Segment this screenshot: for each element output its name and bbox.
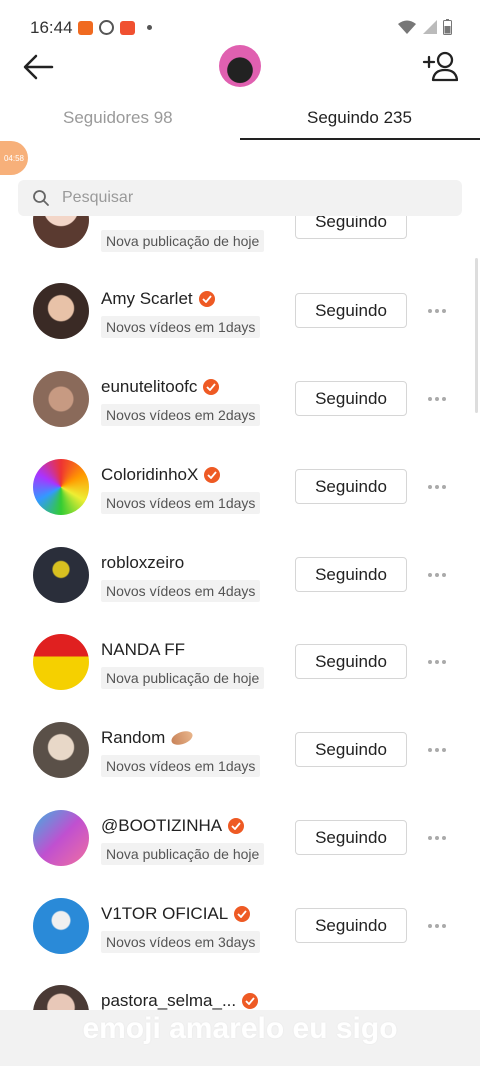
user-name-text: @BOOTIZINHA	[101, 816, 223, 835]
user-name: Amy Scarlet	[101, 289, 215, 309]
activity-status: Novos vídeos em 1days	[101, 316, 261, 338]
activity-status: Nova publicação de hoje	[101, 667, 265, 689]
video-notification-icon	[78, 20, 93, 35]
search-input[interactable]	[62, 180, 442, 216]
search-bar[interactable]	[18, 180, 462, 216]
verified-badge-icon	[203, 379, 220, 395]
user-name: V1TOR OFICIAL	[101, 904, 251, 924]
user-name-text: Amy Scarlet	[101, 289, 193, 308]
profile-header	[0, 40, 480, 96]
verified-badge-icon	[228, 818, 245, 834]
following-button[interactable]: Seguindo	[295, 820, 407, 855]
verified-badge-icon	[242, 993, 259, 1009]
user-name-text: eunutelitoofc	[101, 377, 198, 396]
user-name: robloxzeiro	[101, 553, 184, 573]
active-tab-indicator	[240, 138, 480, 140]
activity-status: Nova publicação de hoje	[101, 230, 265, 252]
video-caption: emoji amarelo eu sigo	[82, 1012, 398, 1045]
following-button[interactable]: Seguindo	[295, 216, 407, 239]
more-options-icon[interactable]	[428, 744, 450, 756]
avatar[interactable]	[33, 634, 89, 690]
tab-followers[interactable]: Seguidores 98	[63, 108, 173, 128]
status-system-icons	[397, 19, 452, 35]
activity-status: Novos vídeos em 4days	[101, 580, 261, 602]
user-name: NANDA FF	[101, 640, 185, 660]
add-user-icon	[422, 51, 459, 82]
following-button[interactable]: Seguindo	[295, 644, 407, 679]
more-notifications-dot	[147, 25, 152, 30]
activity-status: Novos vídeos em 3days	[101, 931, 261, 953]
avatar[interactable]	[33, 459, 89, 515]
wifi-icon	[398, 20, 416, 34]
battery-icon	[443, 19, 452, 35]
back-arrow-icon	[23, 54, 54, 80]
search-icon	[33, 190, 49, 206]
signal-icon	[423, 20, 437, 34]
back-button[interactable]	[20, 52, 56, 82]
activity-status: Novos vídeos em 1days	[101, 492, 261, 514]
avatar[interactable]	[33, 371, 89, 427]
following-button[interactable]: Seguindo	[295, 908, 407, 943]
planet-emoji-icon	[169, 728, 195, 748]
avatar[interactable]	[33, 722, 89, 778]
user-name-text: robloxzeiro	[101, 553, 185, 572]
following-button[interactable]: Seguindo	[295, 469, 407, 504]
profile-avatar[interactable]	[219, 45, 261, 87]
more-options-icon[interactable]	[428, 481, 450, 493]
user-name: @BOOTIZINHA	[101, 816, 245, 836]
more-options-icon[interactable]	[428, 656, 450, 668]
more-options-icon[interactable]	[428, 569, 450, 581]
verified-badge-icon	[198, 291, 215, 307]
following-button[interactable]: Seguindo	[295, 293, 407, 328]
user-name: eunutelitoofc	[101, 377, 220, 397]
activity-status: Novos vídeos em 2days	[101, 404, 261, 426]
user-name-text: NANDA FF	[101, 640, 186, 659]
tab-following[interactable]: Seguindo 235	[307, 108, 412, 128]
more-options-icon[interactable]	[428, 393, 450, 405]
activity-status: Novos vídeos em 1days	[101, 755, 261, 777]
avatar[interactable]	[33, 547, 89, 603]
avatar[interactable]	[33, 283, 89, 339]
activity-status: Nova publicação de hoje	[101, 843, 265, 865]
more-options-icon[interactable]	[428, 920, 450, 932]
avatar[interactable]	[33, 810, 89, 866]
floating-timer-badge[interactable]: 04:58	[0, 141, 28, 175]
verified-badge-icon	[204, 467, 221, 483]
more-options-icon[interactable]	[428, 305, 450, 317]
user-name: pastora_selma_...	[101, 991, 259, 1010]
user-name-text: pastora_selma_...	[101, 991, 237, 1010]
app-notification-icon	[99, 20, 114, 35]
status-notification-icons	[78, 20, 152, 35]
avatar[interactable]	[33, 216, 89, 248]
following-button[interactable]: Seguindo	[295, 557, 407, 592]
user-name-text: V1TOR OFICIAL	[101, 904, 229, 923]
status-time: 16:44	[30, 18, 73, 37]
user-name-text: ColoridinhoX	[101, 465, 199, 484]
user-name: ColoridinhoX	[101, 465, 221, 485]
following-button[interactable]: Seguindo	[295, 381, 407, 416]
following-button[interactable]: Seguindo	[295, 732, 407, 767]
add-user-button[interactable]	[422, 50, 459, 82]
following-list: Nova publicação de hoje Seguindo Amy Sca…	[0, 216, 480, 1010]
more-options-icon[interactable]	[428, 832, 450, 844]
shop-notification-icon	[120, 20, 135, 35]
verified-badge-icon	[234, 906, 251, 922]
follow-tabs: Seguidores 98 Seguindo 235	[0, 96, 480, 142]
user-name: Random	[101, 728, 195, 748]
list-scrollbar[interactable]	[475, 258, 478, 413]
user-name-text: Random	[101, 728, 166, 747]
avatar[interactable]	[33, 898, 89, 954]
